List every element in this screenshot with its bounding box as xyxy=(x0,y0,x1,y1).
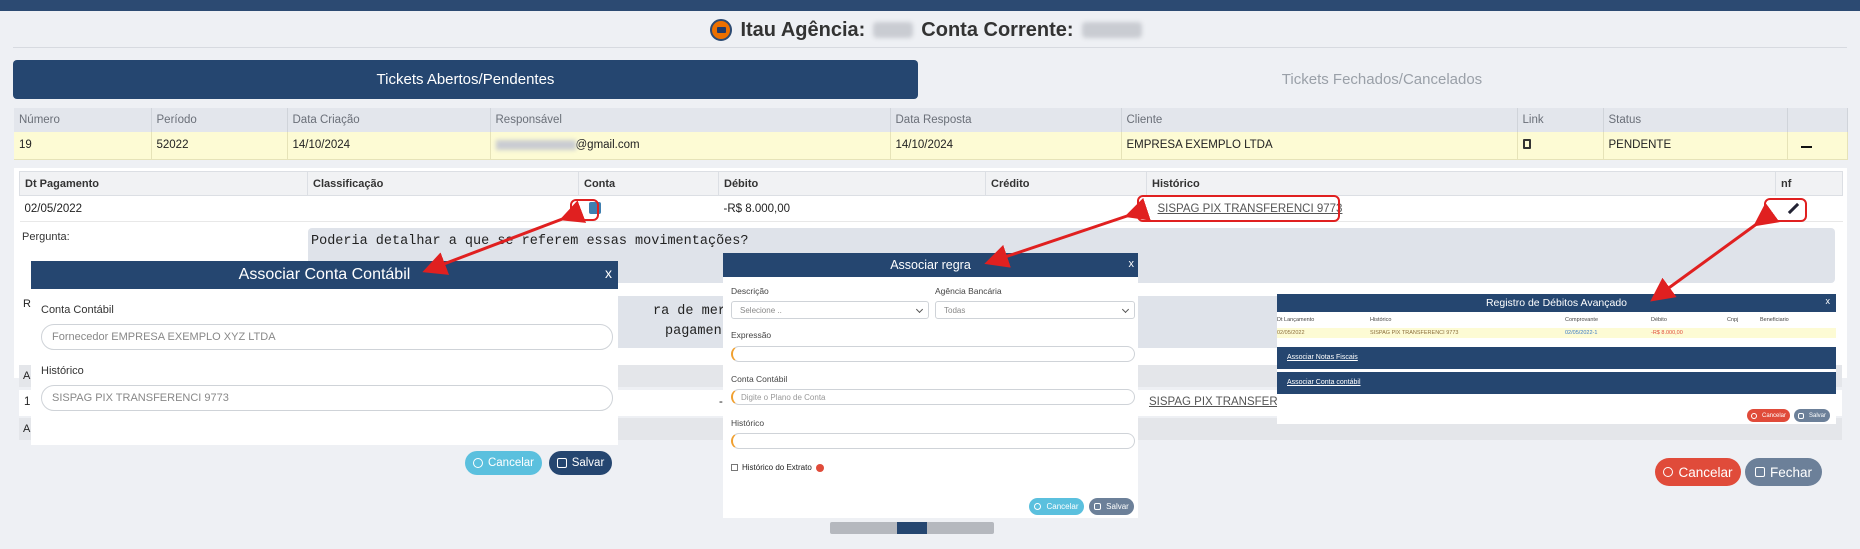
arrow-edit xyxy=(1650,202,1780,302)
arrow-conta xyxy=(422,200,587,275)
annotation-arrows xyxy=(422,197,1780,302)
arrow-historico xyxy=(984,197,1151,268)
